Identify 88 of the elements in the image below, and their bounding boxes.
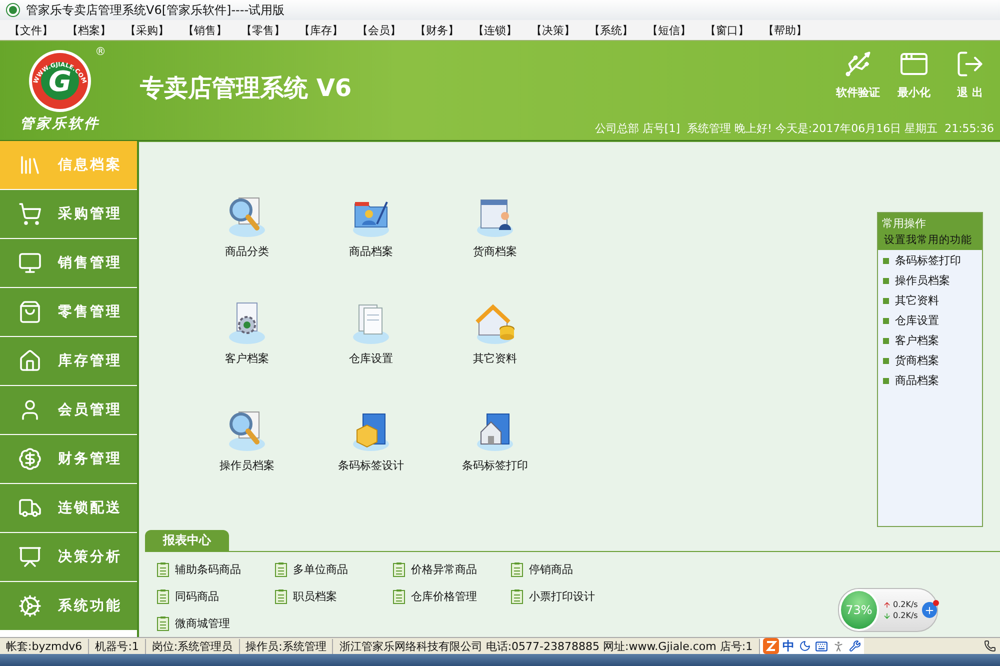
clipboard-icon <box>393 562 405 577</box>
clipboard-icon <box>393 589 405 604</box>
dollar-icon <box>18 447 42 471</box>
clipboard-icon <box>275 589 287 604</box>
clipboard-icon <box>157 589 169 604</box>
cart-icon <box>18 202 42 226</box>
menu-item[interactable]: 【会员】 <box>352 22 406 38</box>
add-button[interactable] <box>922 602 937 618</box>
bullet-icon <box>883 318 889 324</box>
module-button[interactable]: 条码标签设计 <box>338 406 404 473</box>
app-title: 专卖店管理系统 V6 <box>140 72 352 104</box>
house-icon <box>18 349 42 373</box>
down-arrow-icon <box>883 612 891 620</box>
report-link[interactable]: 职员档案 <box>275 589 337 604</box>
clipboard-icon <box>275 562 287 577</box>
report-link[interactable]: 价格异常商品 <box>393 562 477 577</box>
menu-item[interactable]: 【采购】 <box>120 22 174 38</box>
bullet-icon <box>883 338 889 344</box>
ime-mode[interactable]: 中 <box>782 638 795 654</box>
menu-item[interactable]: 【短信】 <box>642 22 696 38</box>
menu-item[interactable]: 【文件】 <box>4 22 58 38</box>
menu-item[interactable]: 【决策】 <box>526 22 580 38</box>
clipboard-icon <box>511 562 523 577</box>
quick-link[interactable]: 客户档案 <box>878 330 982 350</box>
quick-link[interactable]: 条码标签打印 <box>878 250 982 270</box>
monitor-icon <box>18 251 42 275</box>
menu-item[interactable]: 【窗口】 <box>700 22 754 38</box>
quick-link[interactable]: 操作员档案 <box>878 270 982 290</box>
registered-mark: ® <box>95 45 106 58</box>
menu-item[interactable]: 【财务】 <box>410 22 464 38</box>
z-logo-icon[interactable] <box>762 638 779 654</box>
module-button[interactable]: 其它资料 <box>471 299 519 366</box>
status-info: 公司总部 店号[1] 系统管理 晚上好! 今天是:2017年06月16日 星期五 21:55:36 <box>594 121 994 136</box>
bullet-icon <box>883 298 889 304</box>
module-button[interactable]: 货商档案 <box>471 192 519 259</box>
keyboard-icon[interactable] <box>814 640 828 652</box>
quick-link[interactable]: 商品档案 <box>878 370 982 390</box>
report-link[interactable]: 微商城管理 <box>157 616 230 631</box>
menu-item[interactable]: 【销售】 <box>178 22 232 38</box>
panel-title: 常用操作 <box>882 216 927 231</box>
logo-name: 管家乐软件 <box>20 115 100 133</box>
gear-icon <box>18 594 42 618</box>
up-arrow-icon <box>883 600 891 608</box>
menu-item[interactable]: 【系统】 <box>584 22 638 38</box>
person-icon[interactable] <box>832 640 845 652</box>
module-button[interactable]: 商品分类 <box>223 192 271 259</box>
menu-item[interactable]: 【档案】 <box>62 22 116 38</box>
phone-icon <box>984 640 996 652</box>
bag-icon <box>18 300 42 324</box>
module-button[interactable]: 客户档案 <box>223 299 271 366</box>
moon-icon[interactable] <box>798 640 811 652</box>
module-button[interactable]: 商品档案 <box>347 192 395 259</box>
binders-icon <box>18 153 42 177</box>
report-link[interactable]: 同码商品 <box>157 589 219 604</box>
module-button[interactable]: 仓库设置 <box>347 299 395 366</box>
bullet-icon <box>883 358 889 364</box>
clipboard-icon <box>157 562 169 577</box>
app-logo-icon <box>6 3 20 17</box>
panel-subtitle[interactable]: 设置我常用的功能 <box>882 233 978 247</box>
clipboard-icon <box>157 616 169 631</box>
chart-easel-icon <box>18 545 42 569</box>
report-link[interactable]: 多单位商品 <box>275 562 348 577</box>
menu-item[interactable]: 【零售】 <box>236 22 290 38</box>
notification-dot <box>933 600 939 606</box>
exit-icon <box>955 49 985 79</box>
menu-item[interactable]: 【连锁】 <box>468 22 522 38</box>
module-button[interactable]: 条码标签打印 <box>462 406 528 473</box>
report-link[interactable]: 小票打印设计 <box>511 589 595 604</box>
bullet-icon <box>883 278 889 284</box>
report-link[interactable]: 停销商品 <box>511 562 573 577</box>
bullet-icon <box>883 258 889 264</box>
plus-icon <box>924 604 935 616</box>
module-button[interactable]: 操作员档案 <box>220 406 274 473</box>
window-title: 管家乐专卖店管理系统V6[管家乐软件]----试用版 <box>26 2 285 18</box>
menu-item[interactable]: 【帮助】 <box>758 22 812 38</box>
quick-link[interactable]: 仓库设置 <box>878 310 982 330</box>
bullet-icon <box>883 378 889 384</box>
usb-icon <box>843 49 873 79</box>
quick-link[interactable]: 其它资料 <box>878 290 982 310</box>
quick-link[interactable]: 货商档案 <box>878 350 982 370</box>
download-speed: 0.2K/s <box>883 611 918 620</box>
report-link[interactable]: 仓库价格管理 <box>393 589 477 604</box>
menu-item[interactable]: 【库存】 <box>294 22 348 38</box>
wrench-icon[interactable] <box>848 640 861 652</box>
truck-icon <box>18 496 42 520</box>
upload-speed: 0.2K/s <box>883 600 918 609</box>
clipboard-icon <box>511 589 523 604</box>
report-link[interactable]: 辅助条码商品 <box>157 562 241 577</box>
